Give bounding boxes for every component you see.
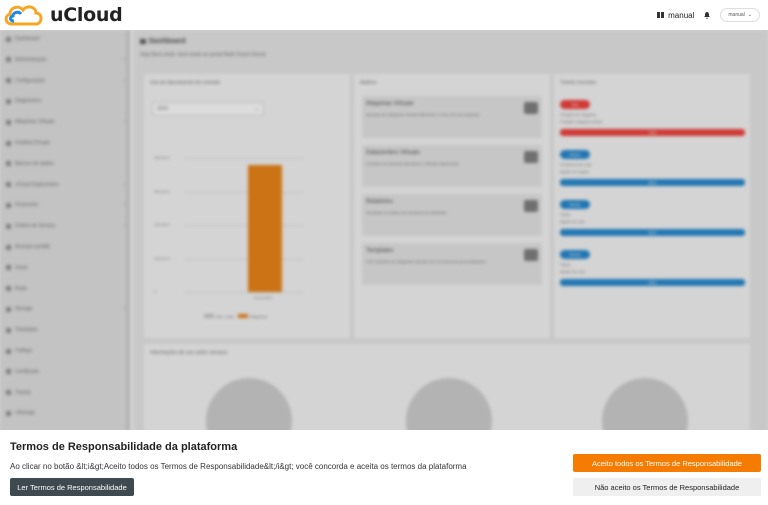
reject-terms-button[interactable]: Não aceito os Termos de Responsabilidade — [573, 478, 761, 496]
logo[interactable]: uCloud — [2, 2, 123, 28]
accept-terms-button[interactable]: Aceito todos os Termos de Responsabilida… — [573, 454, 761, 472]
banner-title: Termos de Responsabilidade da plataforma — [10, 441, 238, 453]
banner-text: Ao clicar no botão &lt;i&gt;Aceito todos… — [10, 462, 467, 471]
brand-name: uCloud — [50, 4, 123, 26]
read-terms-button[interactable]: Ler Termos de Responsabilidade — [10, 478, 134, 496]
user-label: manual — [728, 12, 745, 18]
user-menu[interactable]: manual ⌄ — [720, 8, 760, 22]
manual-label: manual — [668, 10, 695, 20]
modal-overlay — [0, 30, 768, 430]
bell-icon[interactable] — [704, 11, 711, 19]
terms-consent-banner: Termos de Responsabilidade da plataforma… — [0, 430, 768, 505]
manual-link[interactable]: manual — [657, 11, 694, 20]
book-icon — [657, 12, 665, 18]
cloud-logo-icon — [4, 5, 43, 26]
chevron-down-icon: ⌄ — [747, 12, 752, 18]
top-bar: uCloud manual manual ⌄ — [0, 0, 768, 30]
